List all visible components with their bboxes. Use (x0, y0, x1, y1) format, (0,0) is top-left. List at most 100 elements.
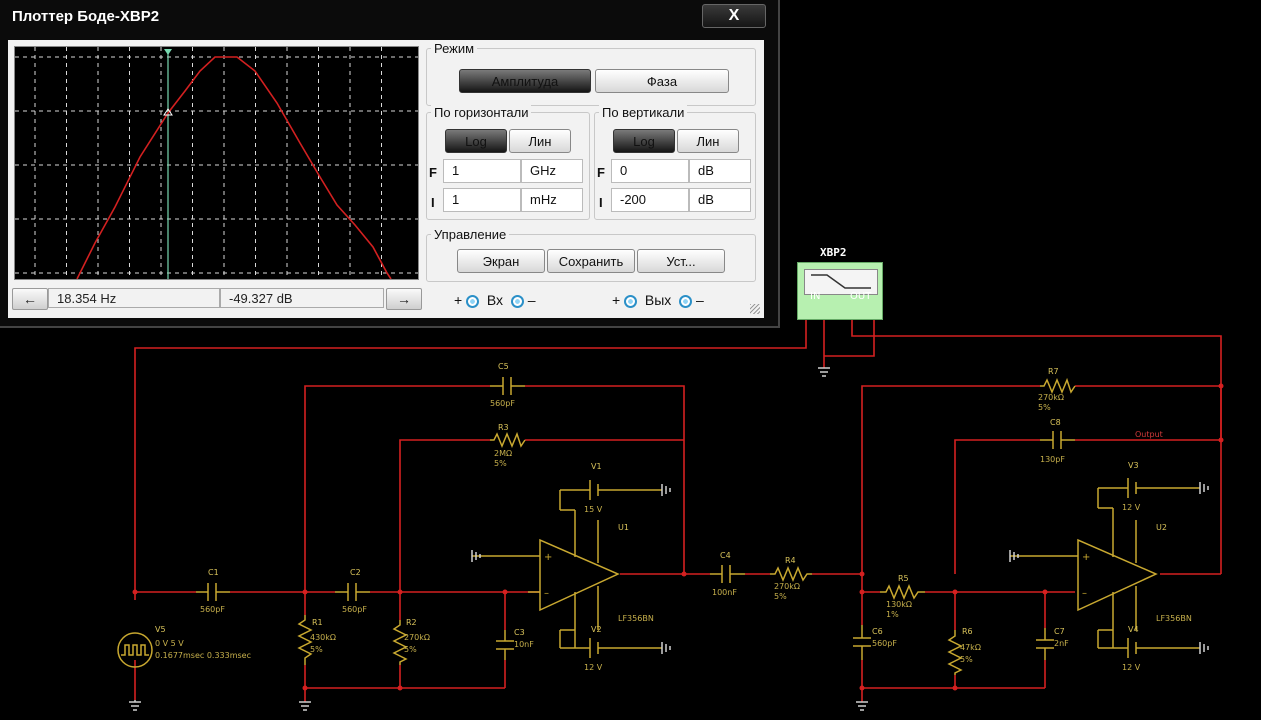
output-minus-label: – (695, 292, 704, 308)
resistor-r2 (392, 620, 408, 665)
capacitor-c2 (335, 583, 370, 601)
vertical-final-value[interactable]: 0 (611, 159, 689, 183)
phase-button[interactable]: Фаза (595, 69, 729, 93)
resistor-r7 (1040, 377, 1076, 394)
c3-label: C3 (514, 628, 525, 637)
horizontal-final-unit[interactable]: GHz (521, 159, 583, 183)
bode-panel: ← 18.354 Hz -49.327 dB → Режим Амплитуда… (8, 40, 764, 318)
c5-value: 560pF (490, 399, 515, 408)
r1-value: 430kΩ (310, 633, 336, 642)
screen-button[interactable]: Экран (457, 249, 545, 273)
resistor-r6 (947, 630, 963, 675)
vertical-final-letter: F (597, 165, 605, 180)
vertical-log-button[interactable]: Log (613, 129, 675, 153)
u2-part: LF356BN (1156, 614, 1192, 623)
input-label: Вх (486, 292, 504, 308)
input-terminals: + Вх – (454, 292, 536, 308)
xbp2-in-label: IN (810, 291, 821, 302)
output-plus-label: + (612, 292, 621, 308)
c3-value: 10nF (514, 640, 534, 649)
save-button[interactable]: Сохранить (547, 249, 635, 273)
vertical-final-unit[interactable]: dB (689, 159, 751, 183)
u1-label: U1 (618, 523, 629, 532)
mode-title: Режим (431, 41, 478, 56)
c6-label: C6 (872, 627, 883, 636)
vertical-initial-letter: I (599, 195, 603, 210)
r6-label: R6 (962, 627, 973, 636)
capacitor-c5 (490, 377, 525, 395)
r7-value: 270kΩ (1038, 393, 1064, 402)
opamp-u1 (539, 538, 620, 612)
components (117, 377, 1200, 675)
r4-value: 270kΩ (774, 582, 800, 591)
battery-v3 (1097, 478, 1200, 509)
amplitude-button[interactable]: Амплитуда (459, 69, 591, 93)
capacitor-c8 (1040, 431, 1075, 449)
settings-button[interactable]: Уст... (637, 249, 725, 273)
resize-grip-icon[interactable] (750, 304, 760, 314)
c1-label: C1 (208, 568, 219, 577)
opamp-u2 (1077, 538, 1158, 612)
cursor-left-button[interactable]: ← (12, 288, 48, 310)
input-minus-terminal-icon[interactable] (510, 294, 524, 308)
svg-text:–: – (1082, 588, 1087, 599)
cursor-marker-icon (164, 49, 172, 55)
v1-label: V1 (591, 462, 602, 471)
horizontal-initial-unit[interactable]: mHz (521, 188, 583, 212)
resistor-r5 (880, 584, 925, 600)
r4-tol: 5% (774, 592, 787, 601)
vertical-group: По вертикали Log Лин F 0 dB I -200 dB (594, 105, 756, 220)
horizontal-lin-button[interactable]: Лин (509, 129, 571, 153)
r5-label: R5 (898, 574, 909, 583)
v2-value: 12 V (584, 663, 603, 672)
horizontal-log-button[interactable]: Log (445, 129, 507, 153)
v4-value: 12 V (1122, 663, 1141, 672)
r4-label: R4 (785, 556, 796, 565)
vertical-initial-unit[interactable]: dB (689, 188, 751, 212)
vertical-title: По вертикали (599, 105, 688, 120)
component-labels: C5 560pF R3 2MΩ 5% V1 15 V U1 LF356BN V2… (155, 362, 1192, 672)
r5-tol: 1% (886, 610, 899, 619)
c2-value: 560pF (342, 605, 367, 614)
r5-value: 130kΩ (886, 600, 912, 609)
output-label: Вых (644, 292, 672, 308)
vertical-lin-button[interactable]: Лин (677, 129, 739, 153)
horizontal-initial-value[interactable]: 1 (443, 188, 521, 212)
r2-value: 270kΩ (404, 633, 430, 642)
output-minus-terminal-icon[interactable] (679, 294, 693, 308)
input-plus-terminal-icon[interactable] (466, 294, 480, 308)
horizontal-initial-letter: I (431, 195, 435, 210)
c5-label: C5 (498, 362, 509, 371)
c4-value: 100nF (712, 588, 737, 597)
output-label: Output (1135, 430, 1163, 439)
r7-tol: 5% (1038, 403, 1051, 412)
resistor-r4 (770, 566, 812, 582)
capacitor-c7 (1036, 628, 1054, 660)
svg-text:+: + (544, 552, 552, 563)
vertical-initial-value[interactable]: -200 (611, 188, 689, 212)
control-group: Управление Экран Сохранить Уст... (426, 227, 756, 282)
c8-value: 130pF (1040, 455, 1065, 464)
output-plus-terminal-icon[interactable] (624, 294, 638, 308)
cursor-value-readout: -49.327 dB (220, 288, 384, 308)
xbp2-instrument-label: XBP2 (820, 246, 847, 259)
svg-text:+: + (1082, 552, 1090, 563)
r3-value: 2MΩ (494, 449, 512, 458)
r3-tol: 5% (494, 459, 507, 468)
cursor-frequency-readout: 18.354 Hz (48, 288, 220, 308)
r2-tol: 5% (404, 645, 417, 654)
r6-tol: 5% (960, 655, 973, 664)
horizontal-final-value[interactable]: 1 (443, 159, 521, 183)
xbp2-instrument[interactable]: IN OUT (797, 262, 883, 320)
c1-value: 560pF (200, 605, 225, 614)
u1-part: LF356BN (618, 614, 654, 623)
c8-label: C8 (1050, 418, 1061, 427)
close-button[interactable]: X (702, 4, 766, 28)
cursor-right-button[interactable]: → (386, 288, 422, 310)
c7-value: 2nF (1054, 639, 1069, 648)
u2-label: U2 (1156, 523, 1167, 532)
control-title: Управление (431, 227, 510, 242)
window-title: Плоттер Боде-XBP2 (12, 8, 160, 25)
r6-value: 47kΩ (960, 643, 981, 652)
bode-plot[interactable] (14, 46, 419, 280)
